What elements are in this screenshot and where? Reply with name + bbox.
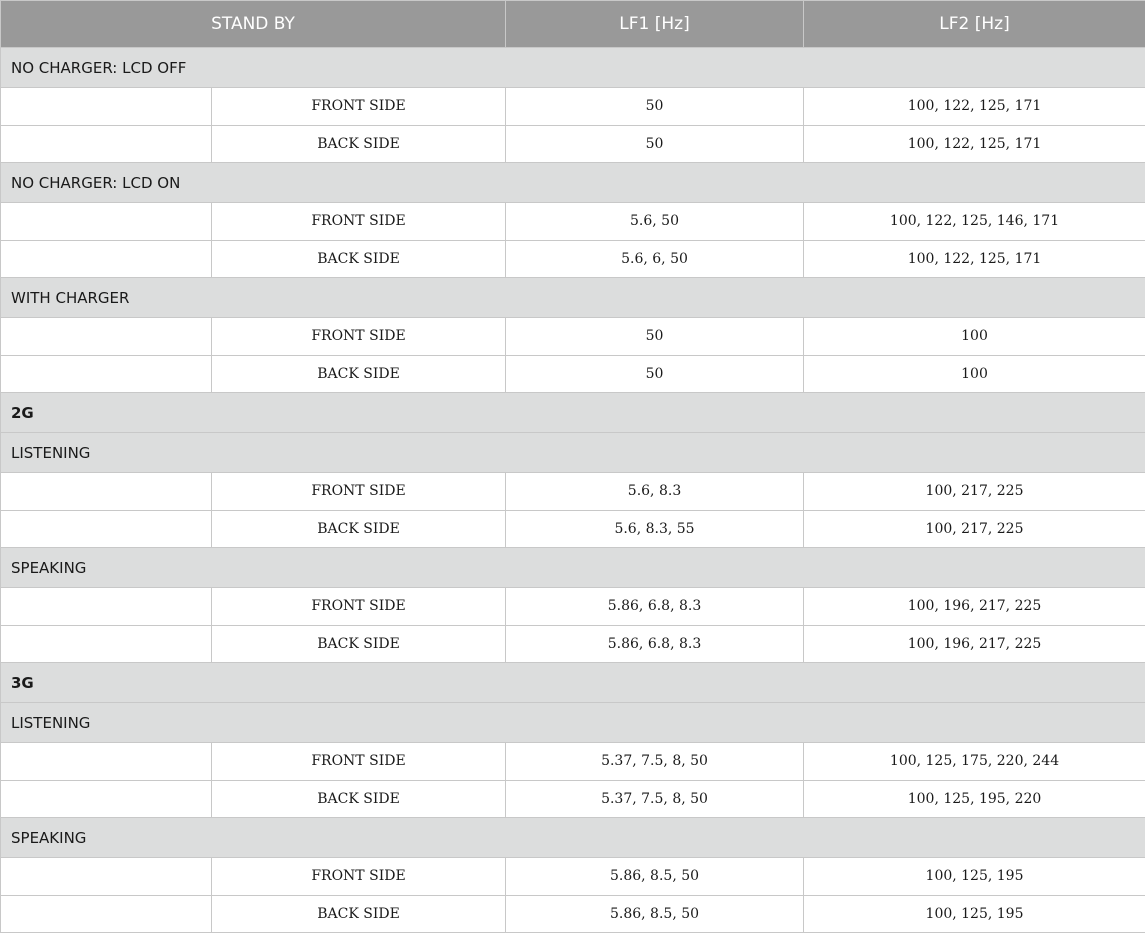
row-lf2-cell: 100, 196, 217, 225 bbox=[803, 624, 1145, 663]
section-label: LISTENING bbox=[0, 702, 1145, 743]
section-row: WITH CHARGER bbox=[0, 277, 1145, 318]
row-lf2-cell: 100, 217, 225 bbox=[803, 472, 1145, 511]
row-lf1-cell: 5.37, 7.5, 8, 50 bbox=[505, 742, 805, 781]
row-lf2-cell: 100, 125, 195, 220 bbox=[803, 779, 1145, 818]
section-label: WITH CHARGER bbox=[0, 277, 1145, 318]
header-row: STAND BY LF1 [Hz] LF2 [Hz] bbox=[0, 0, 1145, 48]
section-row: NO CHARGER: LCD ON bbox=[0, 162, 1145, 203]
row-empty-cell bbox=[0, 239, 212, 278]
row-side-cell: FRONT SIDE bbox=[210, 742, 507, 781]
row-lf2-cell: 100, 122, 125, 146, 171 bbox=[803, 202, 1145, 241]
row-lf1-cell: 5.6, 6, 50 bbox=[505, 239, 805, 278]
row-side-cell: FRONT SIDE bbox=[210, 202, 507, 241]
row-side-cell: BACK SIDE bbox=[210, 894, 507, 933]
row-lf1-cell: 5.86, 6.8, 8.3 bbox=[505, 624, 805, 663]
section-label: LISTENING bbox=[0, 432, 1145, 473]
row-lf2-cell: 100 bbox=[803, 354, 1145, 393]
row-lf2-cell: 100 bbox=[803, 317, 1145, 356]
section-row: LISTENING bbox=[0, 702, 1145, 743]
table-row: FRONT SIDE 50 100, 122, 125, 171 bbox=[0, 87, 1145, 126]
section-label: SPEAKING bbox=[0, 547, 1145, 588]
header-lf1: LF1 [Hz] bbox=[505, 0, 805, 48]
row-empty-cell bbox=[0, 779, 212, 818]
table-row: BACK SIDE 5.37, 7.5, 8, 50 100, 125, 195, … bbox=[0, 779, 1145, 818]
row-lf1-cell: 5.86, 8.5, 50 bbox=[505, 857, 805, 896]
row-empty-cell bbox=[0, 124, 212, 163]
row-side-cell: BACK SIDE bbox=[210, 779, 507, 818]
row-lf1-cell: 5.37, 7.5, 8, 50 bbox=[505, 779, 805, 818]
section-row: 3G bbox=[0, 662, 1145, 703]
row-lf1-cell: 5.6, 8.3, 55 bbox=[505, 509, 805, 548]
table-row: FRONT SIDE 5.6, 8.3 100, 217, 225 bbox=[0, 472, 1145, 511]
row-empty-cell bbox=[0, 624, 212, 663]
row-side-cell: FRONT SIDE bbox=[210, 87, 507, 126]
row-side-cell: FRONT SIDE bbox=[210, 857, 507, 896]
section-row: SPEAKING bbox=[0, 547, 1145, 588]
row-lf1-cell: 5.86, 6.8, 8.3 bbox=[505, 587, 805, 626]
frequency-table: STAND BY LF1 [Hz] LF2 [Hz] NO CHARGER: L… bbox=[0, 0, 1145, 933]
row-lf1-cell: 5.6, 8.3 bbox=[505, 472, 805, 511]
section-label: NO CHARGER: LCD OFF bbox=[0, 47, 1145, 88]
row-empty-cell bbox=[0, 509, 212, 548]
row-lf2-cell: 100, 122, 125, 171 bbox=[803, 124, 1145, 163]
row-lf2-cell: 100, 125, 195 bbox=[803, 857, 1145, 896]
row-empty-cell bbox=[0, 742, 212, 781]
table-body: NO CHARGER: LCD OFF FRONT SIDE 50 100, 122,… bbox=[0, 47, 1145, 933]
table-row: FRONT SIDE 5.86, 8.5, 50 100, 125, 195 bbox=[0, 857, 1145, 896]
row-lf2-cell: 100, 122, 125, 171 bbox=[803, 239, 1145, 278]
row-lf2-cell: 100, 196, 217, 225 bbox=[803, 587, 1145, 626]
row-lf2-cell: 100, 217, 225 bbox=[803, 509, 1145, 548]
row-empty-cell bbox=[0, 894, 212, 933]
section-row: NO CHARGER: LCD OFF bbox=[0, 47, 1145, 88]
section-row: LISTENING bbox=[0, 432, 1145, 473]
table-row: BACK SIDE 5.6, 6, 50 100, 122, 125, 171 bbox=[0, 239, 1145, 278]
row-lf2-cell: 100, 125, 175, 220, 244 bbox=[803, 742, 1145, 781]
table-row: FRONT SIDE 5.6, 50 100, 122, 125, 146, 171 bbox=[0, 202, 1145, 241]
row-side-cell: FRONT SIDE bbox=[210, 472, 507, 511]
section-row: 2G bbox=[0, 392, 1145, 433]
table-row: BACK SIDE 50 100 bbox=[0, 354, 1145, 393]
row-empty-cell bbox=[0, 354, 212, 393]
table-row: BACK SIDE 5.6, 8.3, 55 100, 217, 225 bbox=[0, 509, 1145, 548]
row-side-cell: BACK SIDE bbox=[210, 354, 507, 393]
row-side-cell: BACK SIDE bbox=[210, 624, 507, 663]
row-lf1-cell: 50 bbox=[505, 124, 805, 163]
table-row: FRONT SIDE 5.86, 6.8, 8.3 100, 196, 217, 2… bbox=[0, 587, 1145, 626]
row-lf1-cell: 5.6, 50 bbox=[505, 202, 805, 241]
row-lf2-cell: 100, 125, 195 bbox=[803, 894, 1145, 933]
table-row: FRONT SIDE 50 100 bbox=[0, 317, 1145, 356]
table-row: BACK SIDE 5.86, 8.5, 50 100, 125, 195 bbox=[0, 894, 1145, 933]
row-lf1-cell: 50 bbox=[505, 354, 805, 393]
table-row: BACK SIDE 50 100, 122, 125, 171 bbox=[0, 124, 1145, 163]
section-label: 2G bbox=[0, 392, 1145, 433]
row-side-cell: FRONT SIDE bbox=[210, 587, 507, 626]
table-row: BACK SIDE 5.86, 6.8, 8.3 100, 196, 217, 22… bbox=[0, 624, 1145, 663]
section-label: SPEAKING bbox=[0, 817, 1145, 858]
row-side-cell: BACK SIDE bbox=[210, 509, 507, 548]
row-empty-cell bbox=[0, 587, 212, 626]
row-side-cell: FRONT SIDE bbox=[210, 317, 507, 356]
row-lf1-cell: 5.86, 8.5, 50 bbox=[505, 894, 805, 933]
row-empty-cell bbox=[0, 317, 212, 356]
row-lf1-cell: 50 bbox=[505, 87, 805, 126]
section-label: 3G bbox=[0, 662, 1145, 703]
header-lf2: LF2 [Hz] bbox=[803, 0, 1145, 48]
row-empty-cell bbox=[0, 87, 212, 126]
section-row: SPEAKING bbox=[0, 817, 1145, 858]
row-lf2-cell: 100, 122, 125, 171 bbox=[803, 87, 1145, 126]
row-empty-cell bbox=[0, 472, 212, 511]
row-empty-cell bbox=[0, 857, 212, 896]
row-empty-cell bbox=[0, 202, 212, 241]
row-side-cell: BACK SIDE bbox=[210, 124, 507, 163]
header-stand-by: STAND BY bbox=[0, 0, 507, 48]
section-label: NO CHARGER: LCD ON bbox=[0, 162, 1145, 203]
row-lf1-cell: 50 bbox=[505, 317, 805, 356]
table-row: FRONT SIDE 5.37, 7.5, 8, 50 100, 125, 175,… bbox=[0, 742, 1145, 781]
row-side-cell: BACK SIDE bbox=[210, 239, 507, 278]
